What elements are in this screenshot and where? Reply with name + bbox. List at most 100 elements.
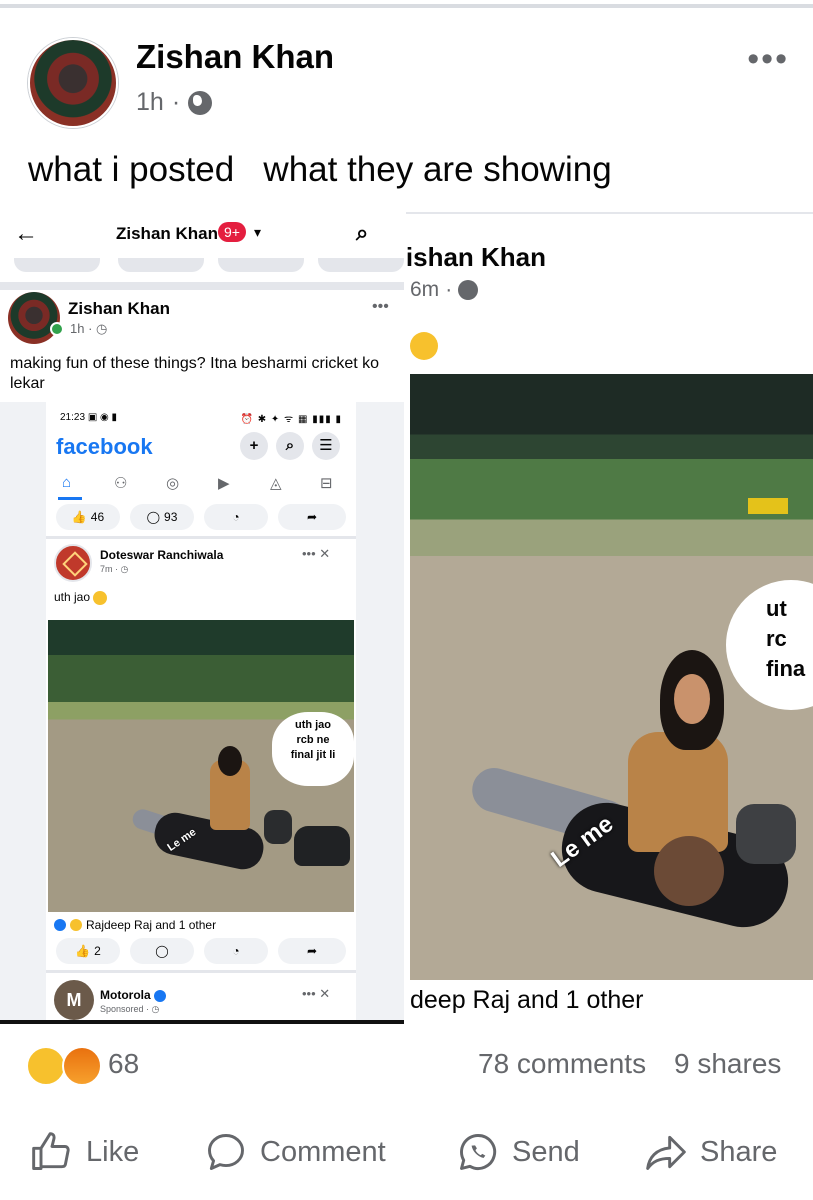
left-more-icon: ••• (372, 298, 389, 315)
back-arrow-icon: ← (14, 220, 38, 247)
action-buttons: Like Comment Send Share (0, 1112, 813, 1192)
bell-icon: ◬ (270, 475, 282, 492)
woman-figure (628, 732, 728, 852)
left-header: ← Zishan Khan 9+ ▾ ⌕ (0, 212, 404, 258)
marketplace-icon: ⊟ (320, 475, 333, 492)
yellow-marker (748, 498, 788, 514)
friends-icon: ⚇ (114, 475, 128, 492)
phone-separator-2 (46, 970, 356, 973)
notification-badge: 9+ (218, 222, 246, 242)
hug-emoji-icon (410, 332, 438, 360)
backpack (736, 804, 796, 864)
phone-like-count: 👍 46 (56, 504, 120, 530)
right-screenshot[interactable]: Zishan Khan 6m · ut rc fina Le me deep R… (406, 212, 813, 1024)
sponsored-author: Motorola (100, 988, 166, 1002)
post-caption: what i posted what they are showing (28, 150, 612, 189)
woman-face (674, 674, 710, 724)
sponsored-meta: Sponsored · ◷ (100, 1004, 160, 1014)
like-icon: 👍 (71, 510, 87, 524)
left-author-avatar (8, 292, 60, 344)
woman-head (218, 746, 242, 776)
left-divider (0, 282, 404, 290)
top-border (0, 0, 813, 8)
comments-count[interactable]: 78 comments (478, 1048, 646, 1080)
meme-image-small: uth jao rcb ne final jit li Le me (48, 620, 354, 912)
like-icon: 👍 (75, 944, 91, 958)
status-right-icons: ⏰ ✱ ✦ ᯤ ▦ ▮▮▮ ▮ (240, 414, 342, 425)
share-arrow-icon (646, 1135, 686, 1170)
right-post-meta: 6m · (410, 278, 479, 302)
share-button[interactable]: Share (644, 1128, 777, 1176)
sponsored-controls: ••• ✕ (302, 986, 331, 1001)
like-button[interactable]: Like (30, 1128, 139, 1176)
meme-image-large: ut rc fina Le me (410, 374, 813, 980)
backpack (294, 826, 350, 866)
post-time[interactable]: 1h (136, 88, 164, 117)
comment-button[interactable]: Comment (204, 1128, 386, 1176)
home-active-indicator (58, 497, 82, 500)
right-reactions-text: deep Raj and 1 other (410, 986, 644, 1014)
phone-screen: 21:23 ▣ ◉ ▮ ⏰ ✱ ✦ ᯤ ▦ ▮▮▮ ▮ facebook + ⌕… (46, 402, 356, 1020)
bag (264, 810, 292, 844)
left-screenshot[interactable]: ← Zishan Khan 9+ ▾ ⌕ Zishan Khan 1h · ◷ … (0, 212, 404, 1024)
sad-reaction-icon[interactable] (26, 1046, 66, 1086)
phone-like-count-2: 👍 2 (56, 938, 120, 964)
like-reaction-icon (54, 919, 66, 931)
speech-bubble: uth jao rcb ne final jit li (272, 712, 354, 786)
post-author[interactable]: Zishan Khan (136, 38, 334, 76)
more-options-icon[interactable]: ••• (747, 40, 789, 79)
man-head (654, 836, 724, 906)
phone-actions-row: 👍 46 ◯ 93 ◔ ➦ (46, 504, 356, 530)
meta-separator: · (171, 88, 181, 116)
share-icon: ➦ (278, 938, 346, 964)
online-indicator (50, 322, 64, 336)
comment-icon: ◯ (146, 510, 161, 524)
thumbs-up-icon (32, 1132, 70, 1170)
shared-post-meta: 7m · ◷ (100, 564, 129, 574)
reactions-summary: 68 78 comments 9 shares (0, 1036, 813, 1096)
facebook-logo: facebook (56, 434, 153, 459)
wow-reaction-icon (70, 919, 82, 931)
angry-reaction-icon[interactable] (62, 1046, 102, 1086)
shares-count[interactable]: 9 shares (674, 1048, 781, 1080)
left-post-caption: making fun of these things? Itna besharm… (10, 355, 380, 392)
phone-status-time: 21:23 ▣ ◉ ▮ (60, 412, 117, 423)
left-post-author: Zishan Khan (68, 299, 171, 318)
phone-nav: ⌂ ⚇ ◎ ▶ ◬ ⊟ (46, 470, 356, 500)
shared-post-controls: ••• ✕ (302, 546, 331, 561)
comment-bubble-icon (208, 1134, 244, 1170)
page-avatar (54, 544, 92, 582)
phone-actions-row-2: 👍 2 ◯ ◔ ➦ (46, 938, 356, 964)
send-button[interactable]: Send (456, 1128, 580, 1176)
whatsapp-icon (460, 1134, 497, 1170)
plus-icon: + (240, 432, 268, 460)
left-post-meta: 1h · ◷ (70, 321, 108, 336)
whatsapp-icon: ◔ (204, 504, 268, 530)
globe-icon (188, 90, 213, 115)
verified-icon (153, 989, 166, 1002)
whatsapp-icon: ◔ (204, 938, 268, 964)
search-icon: ⌕ (356, 220, 369, 245)
home-icon: ⌂ (62, 474, 72, 491)
video-icon: ▶ (218, 475, 230, 492)
hug-emoji-icon (93, 590, 108, 605)
comment-icon: ◯ (130, 938, 194, 964)
reaction-count[interactable]: 68 (108, 1048, 139, 1080)
share-icon: ➦ (278, 504, 346, 530)
messenger-icon: ◎ (166, 475, 180, 492)
phone-separator (46, 536, 356, 539)
menu-icon: ☰ (312, 432, 340, 460)
shared-post-text: uth jao (54, 590, 108, 605)
phone-comment-count: ◯ 93 (130, 504, 194, 530)
phone-search-icon: ⌕ (276, 432, 304, 460)
post-meta: 1h · (136, 88, 213, 117)
author-avatar[interactable] (28, 38, 118, 128)
shared-post-author: Doteswar Ranchiwala (100, 548, 224, 562)
inner-phone-screenshot: 21:23 ▣ ◉ ▮ ⏰ ✱ ✦ ᯤ ▦ ▮▮▮ ▮ facebook + ⌕… (0, 402, 404, 1020)
motorola-logo: M (54, 980, 94, 1020)
caret-down-icon: ▾ (254, 224, 262, 240)
status-left-icons: ▣ ◉ ▮ (87, 412, 118, 423)
globe-icon (458, 280, 479, 300)
status-time: 21:23 (60, 412, 86, 423)
right-post-author: Zishan Khan (406, 242, 547, 272)
